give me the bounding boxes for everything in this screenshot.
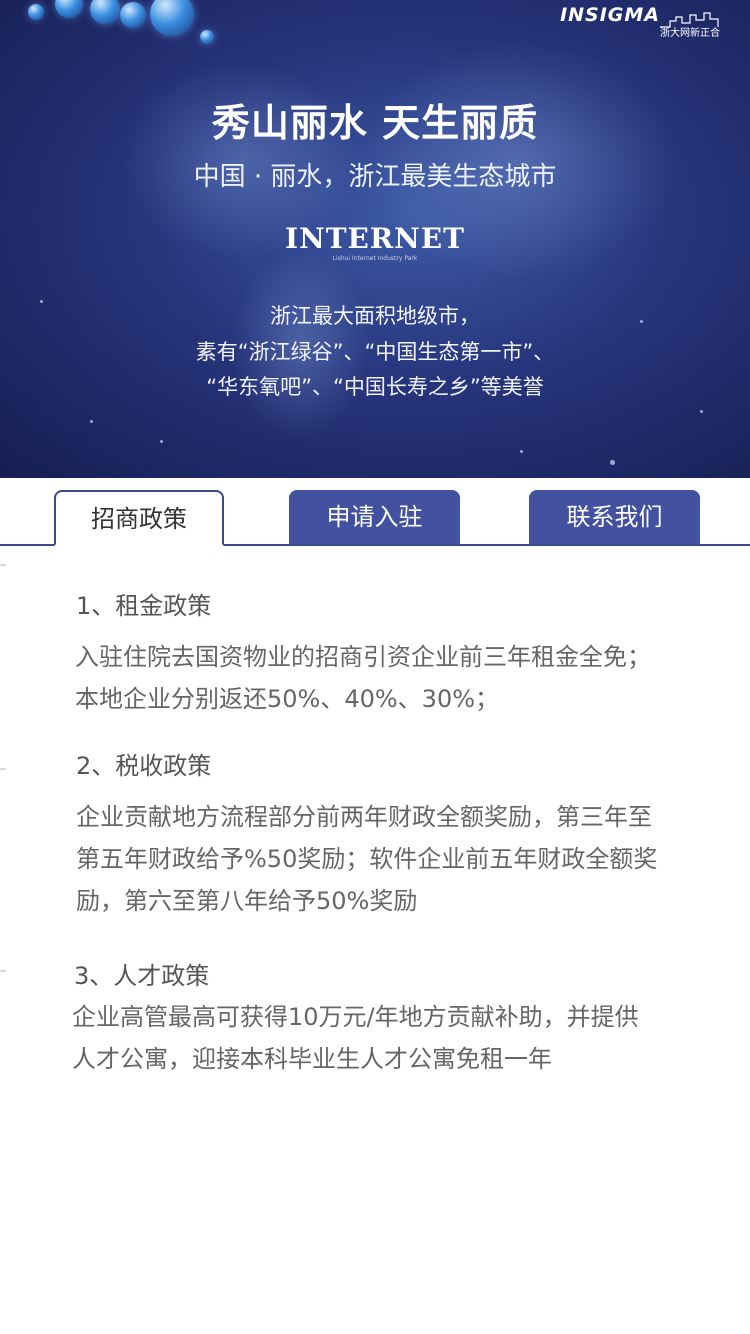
banner-desc-line: “华东氧吧”、“中国长寿之乡”等美誉 bbox=[206, 375, 544, 399]
hero-banner: INSIGMA 浙大网新正合 秀山丽水 天生丽质 中国 · 丽水，浙江最美生态城… bbox=[0, 0, 750, 478]
banner-desc-line: 浙江最大面积地级市， bbox=[270, 304, 480, 328]
internet-logo-subtitle: Lishui Internet Industry Park bbox=[332, 255, 418, 262]
tab-investment-policy[interactable]: 招商政策 bbox=[54, 490, 224, 546]
bubble-decoration bbox=[200, 30, 214, 44]
banner-title: 秀山丽水 天生丽质 bbox=[211, 101, 539, 145]
tab-apply-entry[interactable]: 申请入驻 bbox=[289, 490, 460, 544]
bubble-decoration bbox=[55, 0, 83, 18]
policy-line: 本地企业分别返还50%、40%、30%； bbox=[75, 685, 500, 713]
banner-desc-line: 素有“浙江绿谷”、“中国生态第一市”、 bbox=[195, 340, 555, 364]
policy-line: 励，第六至第八年给予50%奖励 bbox=[76, 887, 418, 915]
bubble-decoration bbox=[90, 0, 120, 24]
policy-line: 入驻住院去国资物业的招商引资企业前三年租金全免； bbox=[75, 643, 651, 671]
policy-line: 第五年财政给予%50奖励；软件企业前五年财政全额奖 bbox=[76, 845, 658, 873]
policy-text: 企业高管最高可获得10万元/年地方贡献补助，并提供 人才公寓，迎接本科毕业生人才… bbox=[72, 996, 712, 1080]
banner-subtitle: 中国 · 丽水，浙江最美生态城市 bbox=[193, 162, 557, 192]
policy-line: 企业高管最高可获得10万元/年地方贡献补助，并提供 bbox=[72, 1003, 639, 1031]
policy-line: 人才公寓，迎接本科毕业生人才公寓免租一年 bbox=[72, 1045, 552, 1073]
policy-heading: 3、人才政策 bbox=[74, 962, 210, 990]
internet-logo-text: INTERNET bbox=[285, 222, 465, 255]
policy-heading: 1、租金政策 bbox=[76, 592, 212, 620]
logo-brand: INSIGMA bbox=[560, 4, 660, 26]
bubble-decoration bbox=[28, 4, 44, 20]
skyline-icon bbox=[660, 12, 719, 28]
tab-contact-us[interactable]: 联系我们 bbox=[529, 490, 700, 544]
policy-text: 入驻住院去国资物业的招商引资企业前三年租金全免； 本地企业分别返还50%、40%… bbox=[75, 636, 715, 720]
bubble-decoration bbox=[150, 0, 194, 36]
policy-line: 企业贡献地方流程部分前两年财政全额奖励，第三年至 bbox=[76, 803, 652, 831]
policy-heading: 2、税收政策 bbox=[76, 752, 212, 780]
policy-text: 企业贡献地方流程部分前两年财政全额奖励，第三年至 第五年财政给予%50奖励；软件… bbox=[76, 796, 716, 922]
bubble-decoration bbox=[120, 2, 146, 28]
insigma-logo: INSIGMA 浙大网新正合 bbox=[560, 4, 720, 39]
tab-bar: 招商政策 申请入驻 联系我们 bbox=[0, 478, 750, 546]
